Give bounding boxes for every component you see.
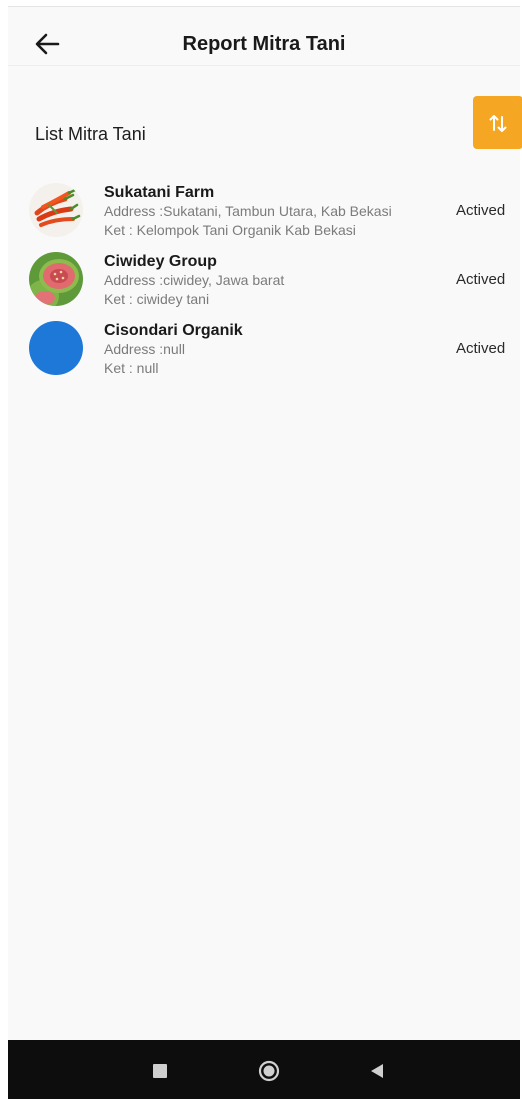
item-text: Ciwidey Group Address :ciwidey, Jawa bar… [104, 253, 439, 309]
status-label: Actived [456, 271, 506, 288]
status-label: Actived [456, 340, 506, 357]
home-circle-icon[interactable] [258, 1060, 280, 1082]
item-ket: Ket : Kelompok Tani Organik Kab Bekasi [104, 222, 356, 238]
item-address: Address :Sukatani, Tambun Utara, Kab Bek… [104, 203, 392, 219]
item-address: Address :ciwidey, Jawa barat [104, 272, 285, 288]
placeholder-avatar [29, 321, 83, 375]
item-address: Address :null [104, 341, 185, 357]
item-ket: Ket : null [104, 360, 159, 376]
sort-button[interactable] [473, 96, 522, 149]
status-label: Actived [456, 202, 506, 219]
list-item[interactable]: Cisondari Organik Address :null Ket : nu… [8, 315, 520, 384]
sort-arrows-icon [489, 115, 507, 132]
item-text: Cisondari Organik Address :null Ket : nu… [104, 322, 439, 378]
mitra-list: Sukatani Farm Address :Sukatani, Tambun … [8, 177, 520, 384]
app-bar: Report Mitra Tani [8, 7, 520, 66]
recents-square-icon[interactable] [153, 1064, 167, 1078]
system-nav-bar [8, 1040, 520, 1099]
item-name: Ciwidey Group [104, 253, 217, 270]
section-title: List Mitra Tani [35, 124, 146, 144]
app-screen: Report Mitra Tani List Mitra Tani Sukata… [8, 6, 522, 1041]
item-name: Sukatani Farm [104, 184, 215, 201]
item-ket: Ket : ciwidey tani [104, 291, 210, 307]
list-item[interactable]: Ciwidey Group Address :ciwidey, Jawa bar… [8, 246, 520, 315]
page-title: Report Mitra Tani [182, 33, 346, 55]
item-text: Sukatani Farm Address :Sukatani, Tambun … [104, 184, 439, 240]
item-name: Cisondari Organik [104, 322, 243, 339]
triangle-back-icon[interactable] [369, 1062, 385, 1080]
chili-peppers-avatar [29, 183, 83, 237]
guava-avatar [29, 252, 83, 306]
list-item[interactable]: Sukatani Farm Address :Sukatani, Tambun … [8, 177, 520, 246]
